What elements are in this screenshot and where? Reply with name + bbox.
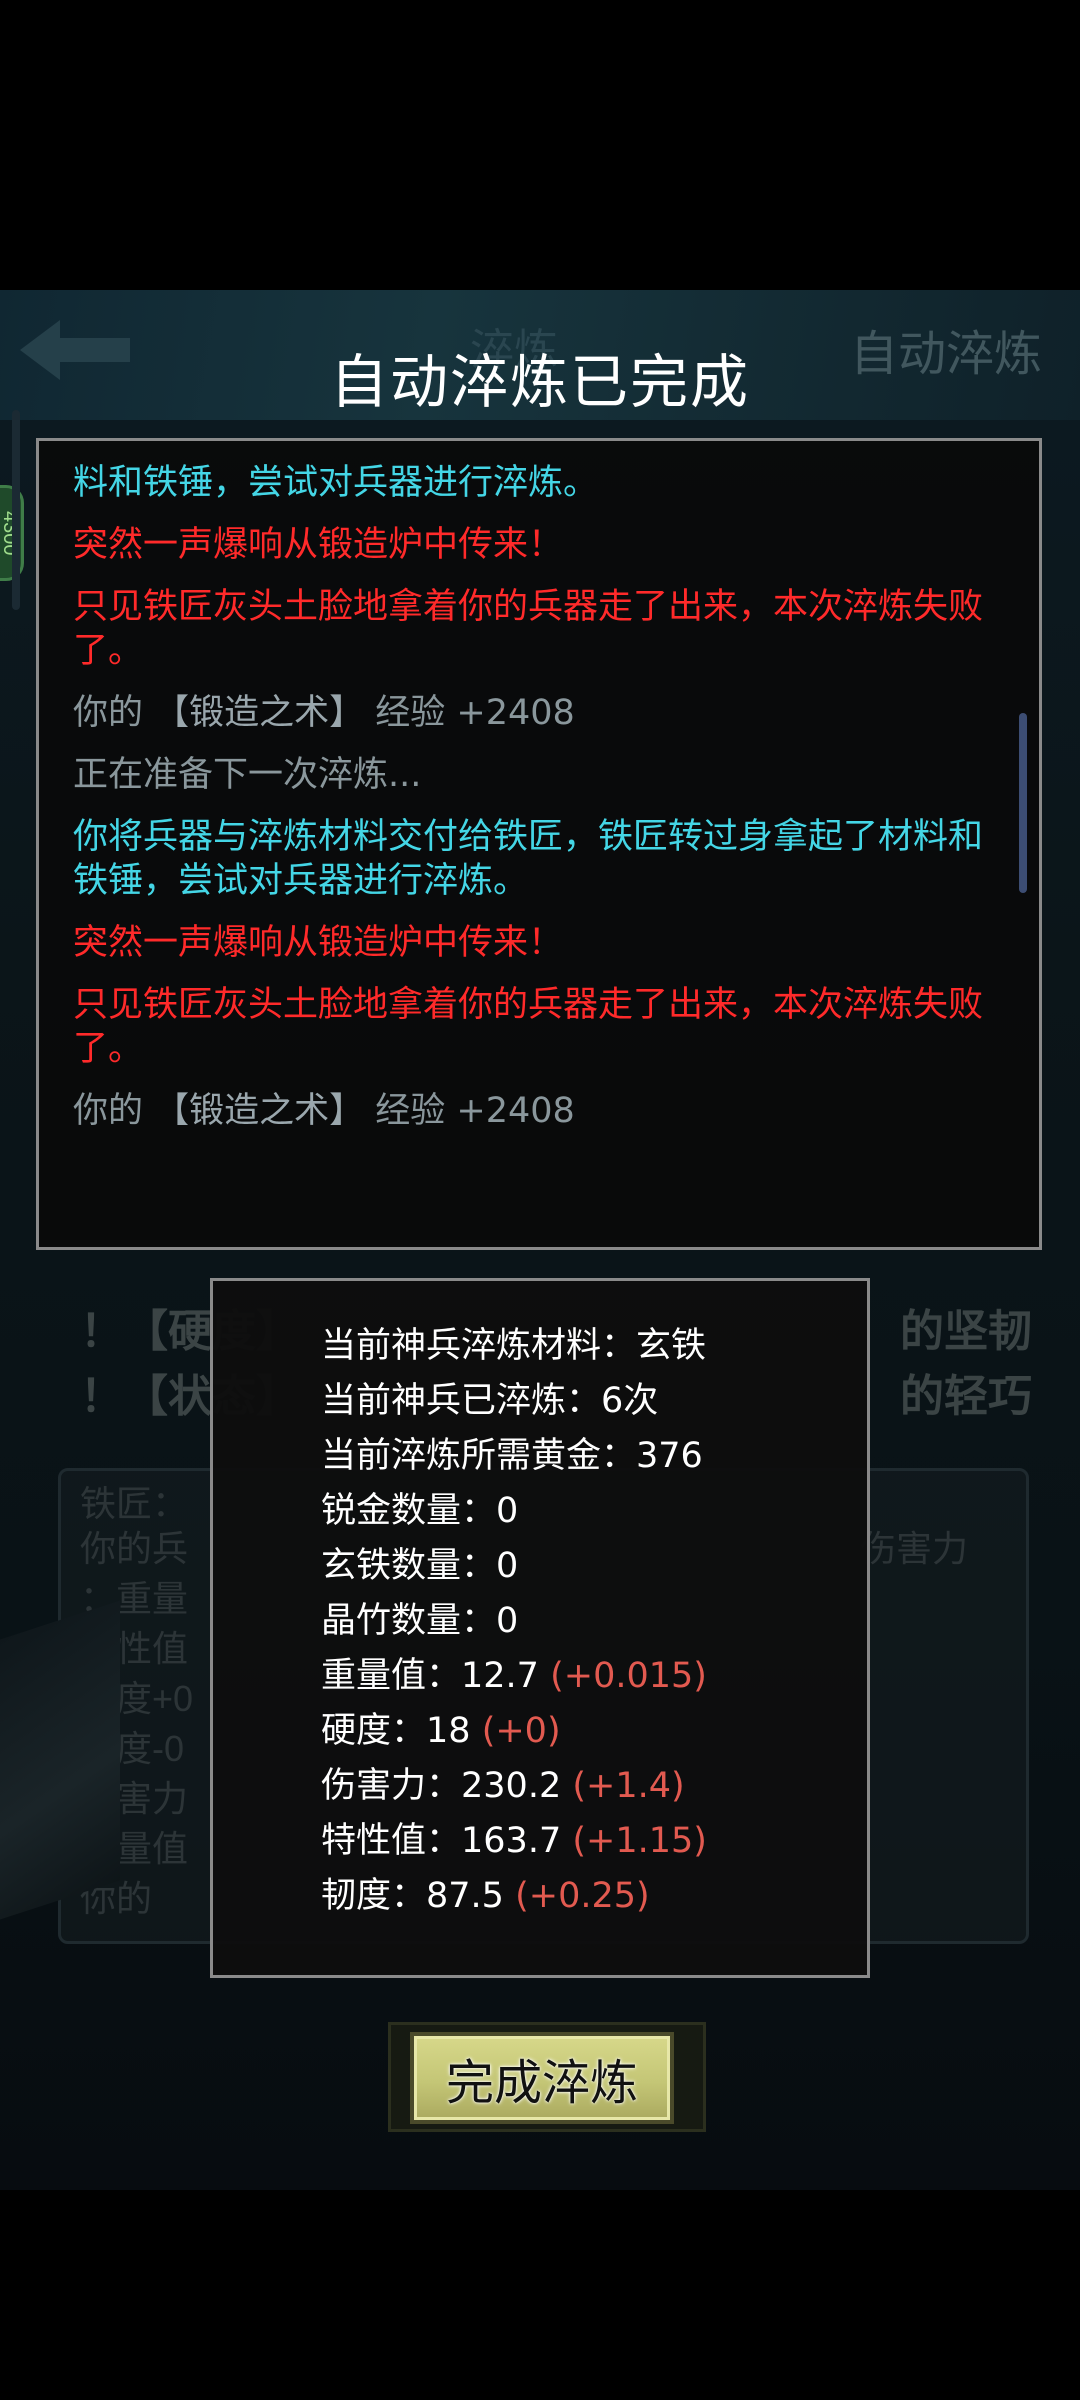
stat-trait: 特性值：163.7 (+1.15) xyxy=(321,1814,707,1869)
log-line: 你的 【锻造之术】 经验 +2408 xyxy=(73,691,1013,735)
background-warning-line: 的坚韧 xyxy=(900,1307,1032,1356)
stat-value: 玄铁 xyxy=(636,1326,707,1366)
stat-value: 163.7 xyxy=(461,1821,562,1861)
log-line-suffix: 经验 +2408 xyxy=(364,693,575,733)
screen-root: 淬炼 自动淬炼 4300 ！【硬度】 ！【状态】 的坚韧 的轻巧 铁匠： 你的兵… xyxy=(0,0,1080,2400)
refine-stats-panel: 当前神兵淬炼材料：玄铁 当前神兵已淬炼：6次 当前淬炼所需黄金：376 锐金数量… xyxy=(210,1278,870,1978)
stat-delta: (+1.15) xyxy=(572,1821,707,1861)
stat-label: 当前神兵已淬炼： xyxy=(321,1381,602,1421)
log-skill-name: 【锻造之术】 xyxy=(154,693,365,733)
background-rock-decoration xyxy=(0,1600,120,1920)
background-warning-line: 的轻巧 xyxy=(900,1372,1032,1421)
stat-value: 376 xyxy=(636,1436,703,1476)
refine-log-panel[interactable]: 料和铁锤，尝试对兵器进行淬炼。 突然一声爆响从锻造炉中传来！ 只见铁匠灰头土脸地拿着… xyxy=(36,438,1042,1250)
stat-xuantie-count: 玄铁数量：0 xyxy=(321,1539,707,1594)
stat-toughness: 韧度：87.5 (+0.25) xyxy=(321,1869,707,1924)
stat-damage: 伤害力：230.2 (+1.4) xyxy=(321,1759,707,1814)
finish-refine-button[interactable]: 完成淬炼 xyxy=(410,2032,674,2124)
stat-material: 当前神兵淬炼材料：玄铁 xyxy=(321,1319,707,1374)
stat-delta: (+1.4) xyxy=(572,1766,685,1806)
stat-value: 87.5 xyxy=(426,1876,504,1916)
log-line-prefix: 你的 xyxy=(73,693,155,733)
log-line: 只见铁匠灰头土脸地拿着你的兵器走了出来，本次淬炼失败了。 xyxy=(73,985,984,1069)
stat-label: 硬度： xyxy=(321,1711,427,1751)
log-line-suffix: 经验 +2408 xyxy=(364,1091,575,1131)
log-line: 突然一声爆响从锻造炉中传来！ xyxy=(73,923,564,963)
stat-jingzhu-count: 晶竹数量：0 xyxy=(321,1594,707,1649)
log-line: 突然一声爆响从锻造炉中传来！ xyxy=(73,525,564,565)
stat-label: 当前神兵淬炼材料： xyxy=(321,1326,637,1366)
stat-value: 0 xyxy=(496,1491,519,1531)
stat-label: 当前淬炼所需黄金： xyxy=(321,1436,637,1476)
stat-delta: (+0.015) xyxy=(550,1656,707,1696)
stat-value: 6次 xyxy=(601,1381,659,1421)
stat-ruijin-count: 锐金数量：0 xyxy=(321,1484,707,1539)
stat-label: 伤害力： xyxy=(321,1766,462,1806)
log-skill-name: 【锻造之术】 xyxy=(154,1091,365,1131)
stat-label: 晶竹数量： xyxy=(321,1601,497,1641)
stat-delta: (+0) xyxy=(481,1711,561,1751)
stat-value: 12.7 xyxy=(461,1656,539,1696)
stat-label: 锐金数量： xyxy=(321,1491,497,1531)
log-line-prefix: 你的 xyxy=(73,1091,155,1131)
stat-value: 230.2 xyxy=(461,1766,562,1806)
background-info-line: 你的兵 xyxy=(80,1528,189,1569)
stat-weight: 重量值：12.7 (+0.015) xyxy=(321,1649,707,1704)
stat-label: 重量值： xyxy=(321,1656,462,1696)
stat-refined-count: 当前神兵已淬炼：6次 xyxy=(321,1374,707,1429)
log-line: 正在准备下一次淬炼... xyxy=(73,755,422,795)
refine-log-list: 料和铁锤，尝试对兵器进行淬炼。 突然一声爆响从锻造炉中传来！ 只见铁匠灰头土脸地拿着… xyxy=(73,461,1013,1151)
log-scrollbar[interactable] xyxy=(1019,713,1027,893)
stat-hardness: 硬度：18 (+0) xyxy=(321,1704,707,1759)
stat-value: 0 xyxy=(496,1601,519,1641)
stat-label: 玄铁数量： xyxy=(321,1546,497,1586)
log-line: 料和铁锤，尝试对兵器进行淬炼。 xyxy=(73,463,599,503)
stat-label: 韧度： xyxy=(321,1876,427,1916)
background-info-line: 伤害力 xyxy=(860,1528,969,1569)
stat-value: 0 xyxy=(496,1546,519,1586)
stat-gold-required: 当前淬炼所需黄金：376 xyxy=(321,1429,707,1484)
stat-label: 特性值： xyxy=(321,1821,462,1861)
background-scroll-indicator xyxy=(12,410,20,610)
log-line: 只见铁匠灰头土脸地拿着你的兵器走了出来，本次淬炼失败了。 xyxy=(73,587,984,671)
log-line: 你将兵器与淬炼材料交付给铁匠，铁匠转过身拿起了材料和铁锤，尝试对兵器进行淬炼。 xyxy=(73,817,984,901)
log-line: 你的 【锻造之术】 经验 +2408 xyxy=(73,1089,1013,1133)
dialog-title: 自动淬炼已完成 xyxy=(329,348,750,416)
stat-delta: (+0.25) xyxy=(515,1876,650,1916)
stat-value: 18 xyxy=(426,1711,471,1751)
